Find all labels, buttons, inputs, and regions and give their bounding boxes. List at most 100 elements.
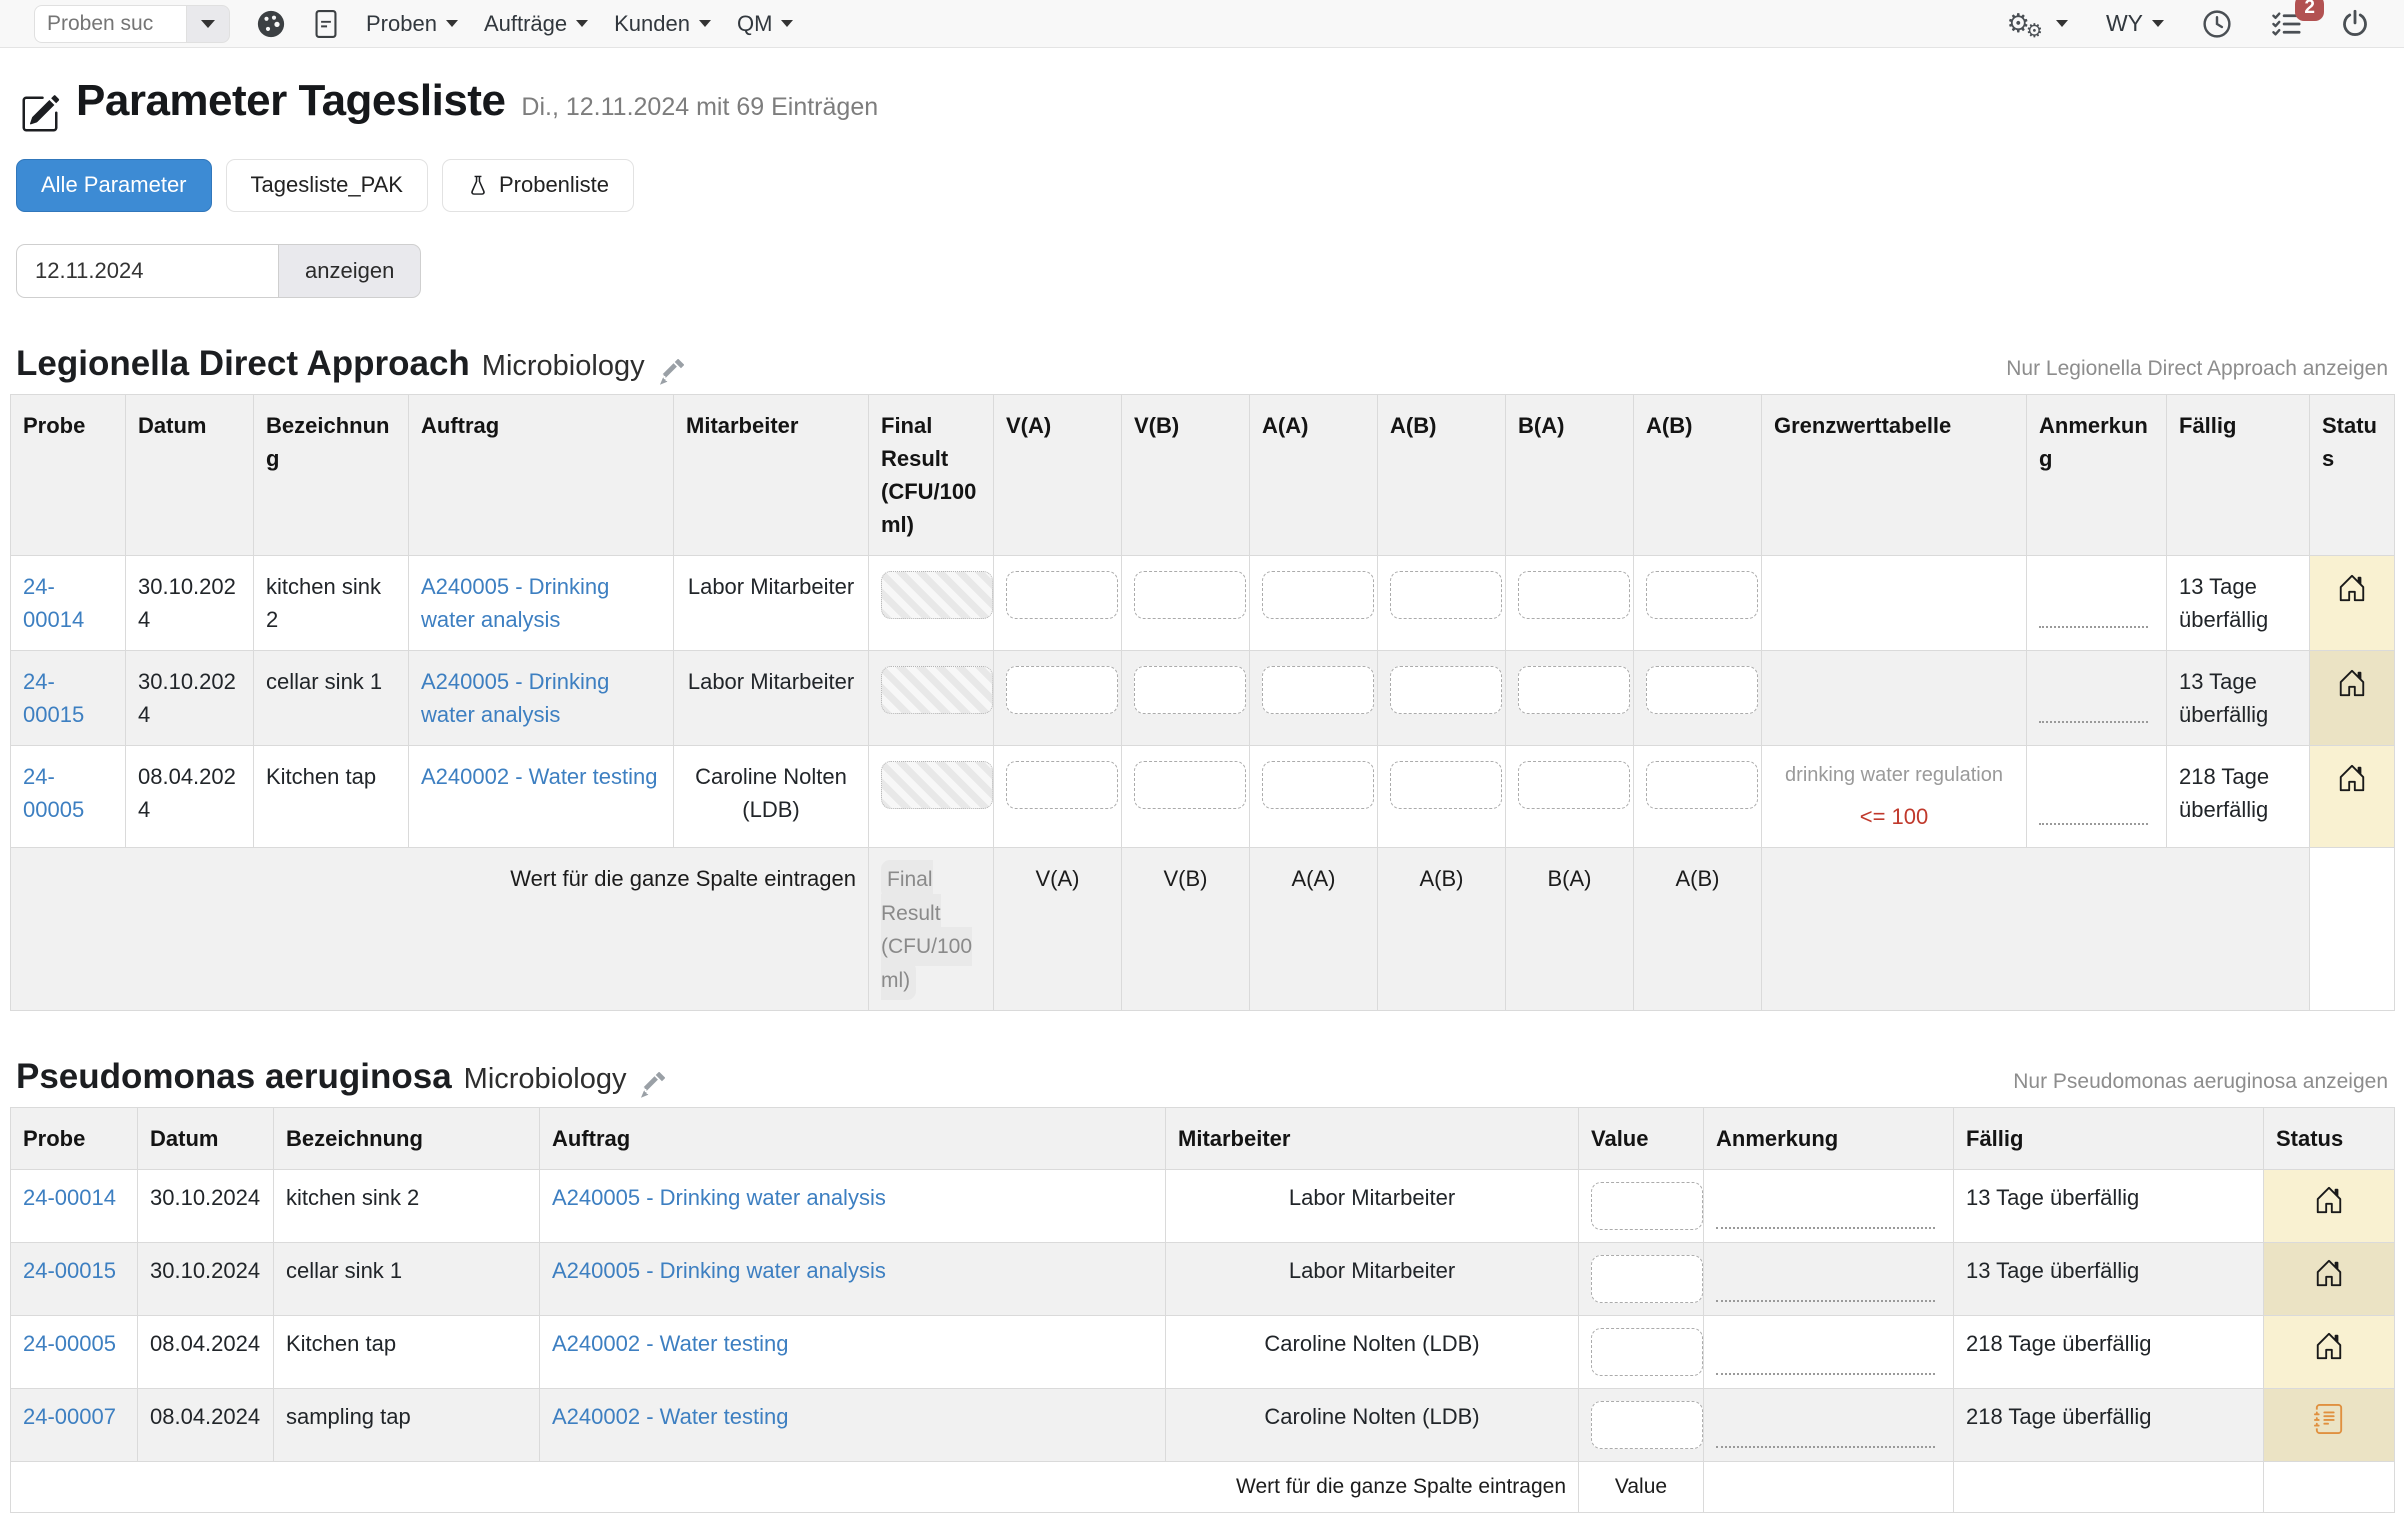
bezeichnung-cell: Kitchen tap — [274, 1316, 540, 1389]
status-cell — [2264, 1170, 2395, 1243]
bezeichnung-cell: cellar sink 1 — [274, 1243, 540, 1316]
probe-link[interactable]: 24-00014 — [23, 574, 84, 632]
aa-input[interactable] — [1262, 761, 1374, 809]
anmerkung-inline-edit[interactable] — [1716, 1373, 1935, 1375]
clock-icon[interactable] — [2202, 9, 2232, 39]
only-section2-link[interactable]: Nur Pseudomonas aeruginosa anzeigen — [2013, 1070, 2388, 1094]
value-input[interactable] — [1591, 1255, 1703, 1303]
datum-cell: 30.10.2024 — [138, 1243, 274, 1316]
anmerkung-inline-edit[interactable] — [2039, 721, 2148, 723]
va-input[interactable] — [1006, 666, 1118, 714]
ab-input[interactable] — [1390, 666, 1502, 714]
chevron-down-icon — [201, 20, 215, 28]
edit-section2-icon[interactable] — [638, 1072, 665, 1099]
status-cell — [2264, 1243, 2395, 1316]
value-input[interactable] — [1591, 1328, 1703, 1376]
settings-menu[interactable]: ⚙⚙ — [2007, 11, 2068, 37]
vb-input[interactable] — [1134, 571, 1246, 619]
menu-auftraege[interactable]: Aufträge — [484, 11, 588, 37]
house-icon — [2314, 1331, 2344, 1361]
legionella-table: Probe Datum Bezeichnung Auftrag Mitarbei… — [10, 394, 2395, 1011]
menu-qm[interactable]: QM — [737, 11, 793, 37]
anmerkung-inline-edit[interactable] — [2039, 626, 2148, 628]
probenliste-button[interactable]: Probenliste — [442, 159, 634, 212]
menu-kunden[interactable]: Kunden — [614, 11, 711, 37]
col-auftrag: Auftrag — [540, 1108, 1166, 1170]
show-button[interactable]: anzeigen — [278, 244, 421, 298]
grenzwert-cell: drinking water regulation <= 100 — [1762, 746, 2027, 848]
auftrag-link[interactable]: A240005 - Drinking water analysis — [421, 669, 609, 727]
aa-column-button[interactable]: A(A) — [1262, 862, 1365, 895]
datum-cell: 08.04.2024 — [126, 746, 254, 848]
flask-icon — [467, 172, 489, 199]
section1-category: Microbiology — [482, 350, 645, 383]
edit-title-icon[interactable] — [20, 94, 60, 134]
ab2-input[interactable] — [1646, 761, 1758, 809]
column-footer-hint: Wert für die ganze Spalte eintragen — [11, 1462, 1579, 1513]
ba-column-button[interactable]: B(A) — [1518, 862, 1621, 895]
probe-link[interactable]: 24-00014 — [23, 1185, 116, 1210]
ab-column-button[interactable]: A(B) — [1390, 862, 1493, 895]
user-menu[interactable]: WY — [2106, 10, 2164, 37]
ab2-input[interactable] — [1646, 666, 1758, 714]
auftrag-link[interactable]: A240005 - Drinking water analysis — [552, 1185, 886, 1210]
va-input[interactable] — [1006, 571, 1118, 619]
power-icon[interactable] — [2340, 9, 2370, 39]
auftrag-link[interactable]: A240005 - Drinking water analysis — [552, 1258, 886, 1283]
anmerkung-inline-edit[interactable] — [2039, 823, 2148, 825]
grenzwert-cell — [1762, 651, 2027, 746]
col-bezeichnung: Bezeichnung — [274, 1108, 540, 1170]
palette-icon[interactable] — [256, 9, 286, 39]
tagesliste-pak-button[interactable]: Tagesliste_PAK — [226, 159, 428, 212]
ab2-input[interactable] — [1646, 571, 1758, 619]
ab2-column-button[interactable]: A(B) — [1646, 862, 1749, 895]
final-result-input — [881, 571, 993, 619]
probe-link[interactable]: 24-00005 — [23, 764, 84, 822]
va-input[interactable] — [1006, 761, 1118, 809]
probe-link[interactable]: 24-00015 — [23, 669, 84, 727]
aa-input[interactable] — [1262, 571, 1374, 619]
auftrag-link[interactable]: A240002 - Water testing — [421, 764, 657, 789]
col-anmerkung: Anmerkung — [2027, 395, 2167, 556]
menu-proben-label: Proben — [366, 11, 437, 37]
ba-input[interactable] — [1518, 666, 1630, 714]
search-input[interactable] — [34, 5, 186, 43]
value-column-button[interactable]: Value — [1591, 1471, 1691, 1503]
col-ab: A(B) — [1378, 395, 1506, 556]
vb-column-button[interactable]: V(B) — [1134, 862, 1237, 895]
va-column-button[interactable]: V(A) — [1006, 862, 1109, 895]
value-input[interactable] — [1591, 1182, 1703, 1230]
auftrag-link[interactable]: A240005 - Drinking water analysis — [421, 574, 609, 632]
auftrag-link[interactable]: A240002 - Water testing — [552, 1404, 788, 1429]
only-section1-link[interactable]: Nur Legionella Direct Approach anzeigen — [2006, 357, 2388, 381]
value-input[interactable] — [1591, 1401, 1703, 1449]
table-row: 24-00007 08.04.2024 sampling tap A240002… — [11, 1389, 2395, 1462]
task-list-button[interactable]: 2 — [2270, 9, 2302, 39]
table-header-row: Probe Datum Bezeichnung Auftrag Mitarbei… — [11, 1108, 2395, 1170]
date-input[interactable] — [16, 244, 278, 298]
anmerkung-inline-edit[interactable] — [1716, 1300, 1935, 1302]
aa-input[interactable] — [1262, 666, 1374, 714]
search-dropdown-button[interactable] — [186, 5, 230, 43]
table-row: 24-00015 30.10.2024 cellar sink 1 A24000… — [11, 1243, 2395, 1316]
ba-input[interactable] — [1518, 761, 1630, 809]
col-faellig: Fällig — [2167, 395, 2310, 556]
mitarbeiter-cell: Labor Mitarbeiter — [674, 651, 869, 746]
vb-input[interactable] — [1134, 761, 1246, 809]
all-parameters-button[interactable]: Alle Parameter — [16, 159, 212, 212]
document-icon[interactable] — [312, 9, 340, 39]
col-aa: A(A) — [1250, 395, 1378, 556]
ab-input[interactable] — [1390, 571, 1502, 619]
auftrag-link[interactable]: A240002 - Water testing — [552, 1331, 788, 1356]
probe-link[interactable]: 24-00005 — [23, 1331, 116, 1356]
menu-proben[interactable]: Proben — [366, 11, 458, 37]
probe-link[interactable]: 24-00007 — [23, 1404, 116, 1429]
vb-input[interactable] — [1134, 666, 1246, 714]
probe-link[interactable]: 24-00015 — [23, 1258, 116, 1283]
ab-input[interactable] — [1390, 761, 1502, 809]
anmerkung-inline-edit[interactable] — [1716, 1227, 1935, 1229]
edit-section1-icon[interactable] — [657, 359, 684, 386]
ba-input[interactable] — [1518, 571, 1630, 619]
anmerkung-inline-edit[interactable] — [1716, 1446, 1935, 1448]
mitarbeiter-cell: Labor Mitarbeiter — [1166, 1170, 1579, 1243]
